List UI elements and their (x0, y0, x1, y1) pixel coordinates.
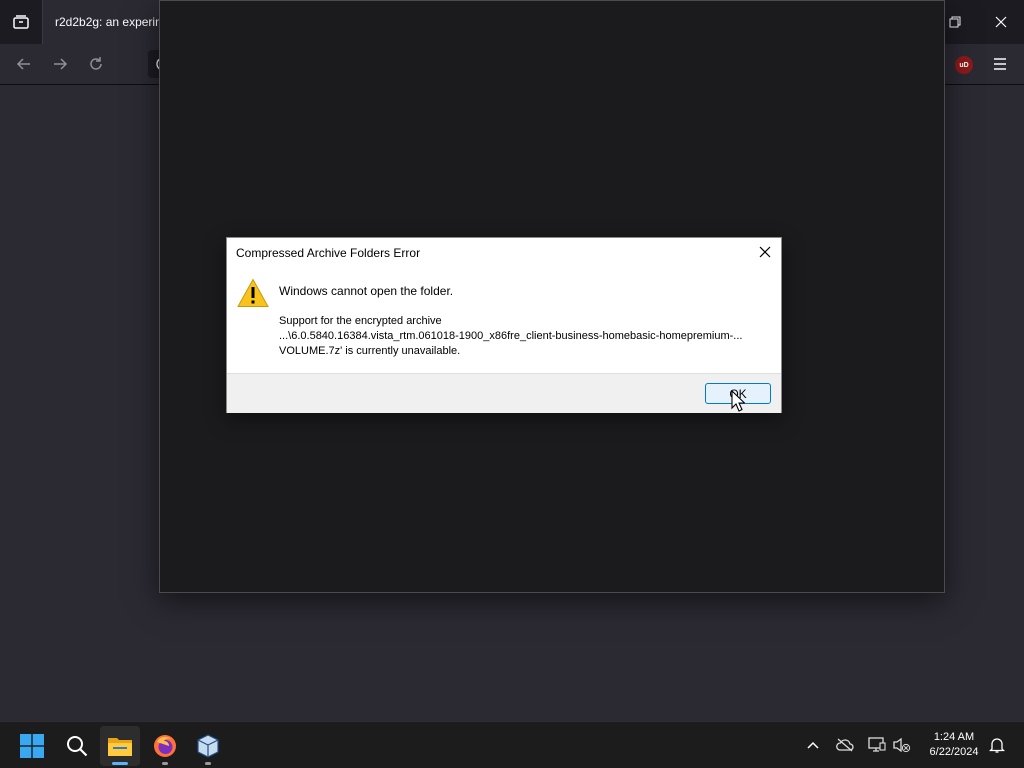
tab-title: r2d2b2g: an experim (55, 15, 163, 29)
folder-icon (108, 738, 132, 756)
clock-time: 1:24 AM (933, 731, 975, 743)
taskbar-clock[interactable]: 1:24 AM 6/22/2024 (918, 730, 990, 760)
running-indicator (162, 762, 168, 765)
dialog-message-line: Support for the encrypted archive (279, 315, 442, 327)
show-hidden-icons-button[interactable] (802, 734, 824, 756)
close-icon (995, 16, 1007, 28)
dialog-footer: OK (227, 373, 781, 413)
back-arrow-icon (16, 58, 30, 70)
forward-arrow-icon (54, 58, 68, 70)
warning-icon (237, 278, 269, 307)
windows-logo-icon (20, 734, 44, 758)
app-menu-button[interactable] (984, 48, 1016, 80)
network-icon (868, 737, 886, 752)
active-tab[interactable]: r2d2b2g: an experim (43, 0, 163, 44)
back-button[interactable] (8, 48, 40, 80)
close-window-button[interactable] (978, 0, 1024, 44)
active-indicator (112, 762, 128, 765)
hamburger-menu-icon (994, 58, 1006, 70)
dialog-heading: Windows cannot open the folder. (279, 284, 454, 298)
ublock-extension-icon[interactable]: uD (955, 56, 973, 74)
restore-icon (949, 16, 961, 28)
extension-label: uD (959, 61, 969, 69)
dialog-message: Support for the encrypted archive ...\6.… (279, 314, 775, 359)
taskbar-firefox[interactable] (145, 726, 185, 766)
dialog-message-line: VOLUME.7z' is currently unavailable. (279, 345, 461, 357)
dialog-title: Compressed Archive Folders Error (236, 246, 421, 260)
tab-list-button[interactable] (0, 0, 42, 44)
reload-button[interactable] (80, 48, 112, 80)
taskbar-file-explorer[interactable] (100, 726, 140, 766)
reload-icon (90, 57, 102, 70)
search-button[interactable] (57, 726, 97, 766)
running-indicator (205, 762, 211, 765)
tab-list-icon (13, 15, 29, 29)
cloud-off-icon (836, 738, 854, 752)
taskbar-virtualbox[interactable] (188, 726, 228, 766)
notifications-button[interactable] (986, 734, 1008, 756)
dialog-message-line: ...\6.0.5840.16384.vista_rtm.061018-1900… (279, 330, 743, 342)
bell-icon (989, 738, 1005, 753)
speaker-muted-icon (893, 737, 911, 753)
onedrive-tray-button[interactable] (834, 734, 856, 756)
forward-button[interactable] (44, 48, 76, 80)
start-button[interactable] (12, 726, 52, 766)
clock-date: 6/22/2024 (929, 746, 979, 758)
close-icon (759, 246, 771, 258)
firefox-icon (154, 735, 176, 757)
virtualbox-icon (197, 734, 219, 758)
mouse-cursor-icon (731, 390, 745, 412)
dialog-close-button[interactable] (749, 238, 781, 266)
network-tray-button[interactable] (866, 734, 888, 756)
chevron-up-icon (807, 741, 819, 749)
taskbar: 1:24 AM 6/22/2024 (0, 721, 1024, 768)
volume-tray-button[interactable] (891, 734, 913, 756)
search-icon (67, 736, 88, 757)
error-dialog: Compressed Archive Folders Error Windows… (226, 237, 782, 413)
